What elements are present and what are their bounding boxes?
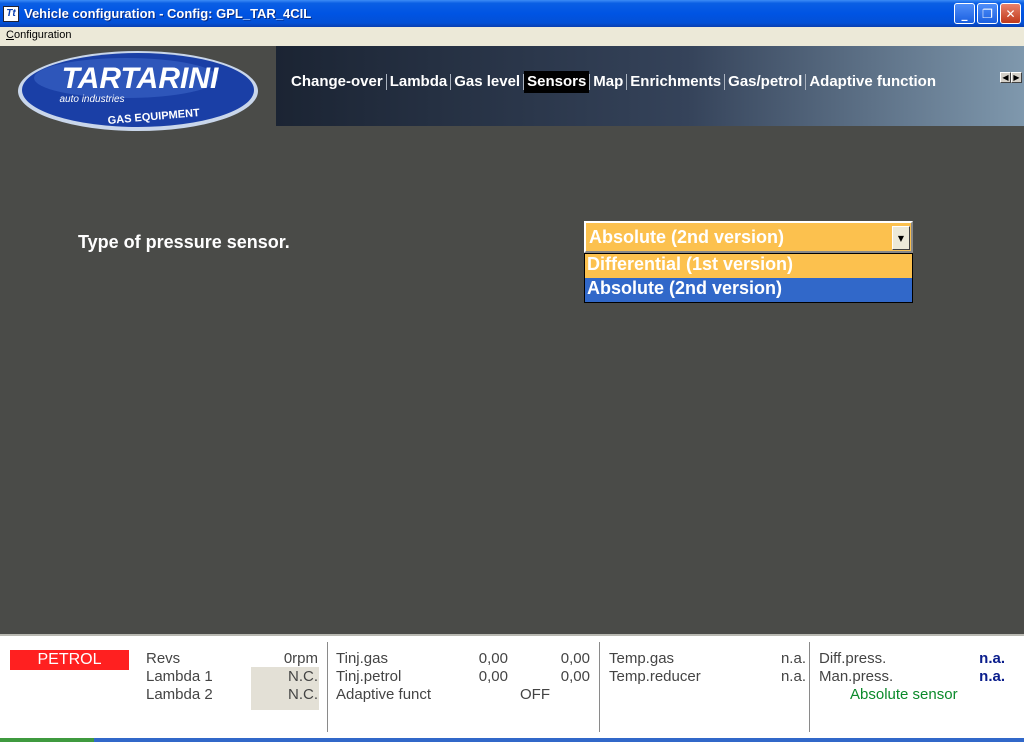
taskbar-edge [0,738,1024,742]
tab-strip: Change-over Lambda Gas level Sensors Map… [276,46,1024,126]
menu-bar: Configuration [0,27,1024,46]
tinj-gas-value-2: 0,00 [560,650,590,667]
menu-configuration[interactable]: Configuration [6,29,71,41]
tab-gas-level[interactable]: Gas level [451,71,523,93]
combo-selected-value: Absolute (2nd version) [589,227,785,247]
minimize-button[interactable]: _ [954,3,975,24]
option-absolute[interactable]: Absolute (2nd version) [585,278,912,302]
pressure-sensor-label: Type of pressure sensor. [78,232,290,252]
title-bar[interactable]: Tt Vehicle configuration - Config: GPL_T… [0,0,1024,27]
lambda1-value: N.C. [288,668,318,685]
option-differential[interactable]: Differential (1st version) [585,254,912,278]
sensor-type-status: Absolute sensor [850,686,958,703]
tinj-gas-label: Tinj.gas [336,650,388,667]
logo-brand: TARTARINI [62,62,219,95]
tab-lambda[interactable]: Lambda [387,71,451,93]
temp-reducer-label: Temp.reducer [609,668,701,685]
tinj-petrol-label: Tinj.petrol [336,668,402,685]
diff-press-value: n.a. [979,650,1005,667]
status-divider [599,642,600,732]
tab-scroll-arrows: ◀ ▶ [1000,72,1022,83]
logo-tagline: auto industries [59,94,124,105]
tinj-petrol-value-1: 0,00 [478,668,508,685]
window-controls: _ ❐ ✕ [954,3,1021,24]
adaptive-label: Adaptive funct [336,686,432,703]
tab-change-over[interactable]: Change-over [288,71,386,93]
tinj-gas-value-1: 0,00 [478,650,508,667]
status-divider [327,642,328,732]
app-icon[interactable]: Tt [3,5,19,22]
menu-configuration-label: onfiguration [13,29,72,41]
tab-scroll-left-icon[interactable]: ◀ [1000,72,1011,83]
start-button-edge[interactable] [0,738,94,742]
tab-scroll-right-icon[interactable]: ▶ [1011,72,1022,83]
diff-press-label: Diff.press. [819,650,887,667]
tab-enrichments[interactable]: Enrichments [627,71,724,93]
tinj-petrol-value-2: 0,00 [560,668,590,685]
lambda2-value: N.C. [288,686,318,703]
revs-label: Revs [146,650,181,667]
revs-value: 0rpm [283,650,318,667]
chevron-down-icon[interactable]: ▼ [892,226,910,250]
menu-configuration-accel: C [6,29,14,41]
window-title: Vehicle configuration - Config: GPL_TAR_… [24,6,312,21]
tab-row: Change-over Lambda Gas level Sensors Map… [288,71,939,93]
temp-reducer-value: n.a. [780,668,806,685]
restore-button[interactable]: ❐ [977,3,998,24]
man-press-value: n.a. [979,668,1005,685]
tab-sensors[interactable]: Sensors [524,71,590,93]
tab-map[interactable]: Map [590,71,626,93]
pressure-sensor-dropdown: Differential (1st version) Absolute (2nd… [584,253,913,303]
tartarini-logo: TARTARINI auto industries GAS EQUIPMENT [18,51,258,131]
pressure-sensor-combo[interactable]: Absolute (2nd version) ▼ [584,221,913,253]
man-press-label: Man.press. [819,668,894,685]
lambda2-label: Lambda 2 [146,686,213,703]
temp-gas-label: Temp.gas [609,650,675,667]
status-panel: PETROL Revs 0rpm Lambda 1 N.C. Lambda 2 … [0,634,1024,742]
close-button[interactable]: ✕ [1000,3,1021,24]
fuel-mode-badge: PETROL [10,650,129,670]
temp-gas-value: n.a. [780,650,806,667]
tab-adaptive-function[interactable]: Adaptive function [806,71,939,93]
lambda1-label: Lambda 1 [146,668,213,685]
adaptive-value: OFF [520,686,550,703]
tab-gas-petrol[interactable]: Gas/petrol [725,71,805,93]
status-divider [809,642,810,732]
